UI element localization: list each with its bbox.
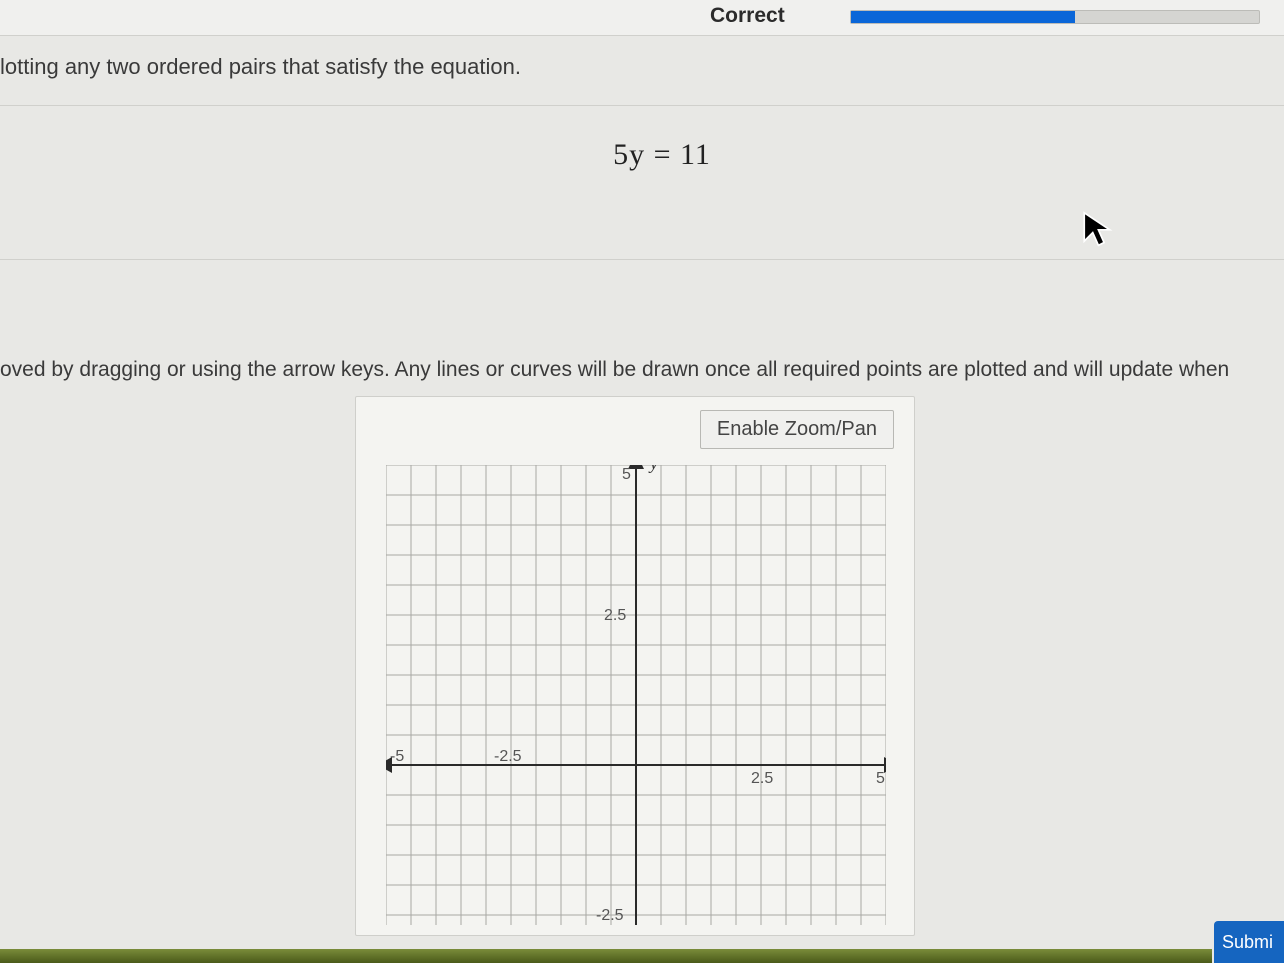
- progress-bar: [850, 10, 1260, 24]
- svg-text:-2.5: -2.5: [494, 748, 522, 765]
- svg-text:5: 5: [876, 770, 885, 787]
- footer-edge: [0, 949, 1212, 963]
- coordinate-plane[interactable]: -5 -2.5 2.5 5 5 2.5 -2.5 y x: [386, 465, 886, 925]
- instruction-row: lotting any two ordered pairs that satis…: [0, 48, 1284, 106]
- progress-fill: [851, 11, 1075, 23]
- svg-text:2.5: 2.5: [751, 770, 773, 787]
- instruction-text: lotting any two ordered pairs that satis…: [0, 48, 521, 80]
- equation-row: 5y = 11: [0, 110, 1284, 260]
- y-axis-label: y: [648, 465, 658, 473]
- svg-text:5: 5: [622, 466, 631, 483]
- graph-panel: Enable Zoom/Pan: [355, 396, 915, 936]
- svg-text:-2.5: -2.5: [596, 907, 624, 924]
- svg-text:-5: -5: [390, 748, 404, 765]
- hint-text: oved by dragging or using the arrow keys…: [0, 358, 1284, 382]
- equation-text: 5y = 11: [613, 138, 711, 172]
- header-strip: Correct: [0, 0, 1284, 36]
- status-label: Correct: [710, 4, 785, 28]
- enable-zoom-button[interactable]: Enable Zoom/Pan: [700, 410, 894, 449]
- submit-button[interactable]: Submi: [1214, 921, 1284, 963]
- svg-text:2.5: 2.5: [604, 607, 626, 624]
